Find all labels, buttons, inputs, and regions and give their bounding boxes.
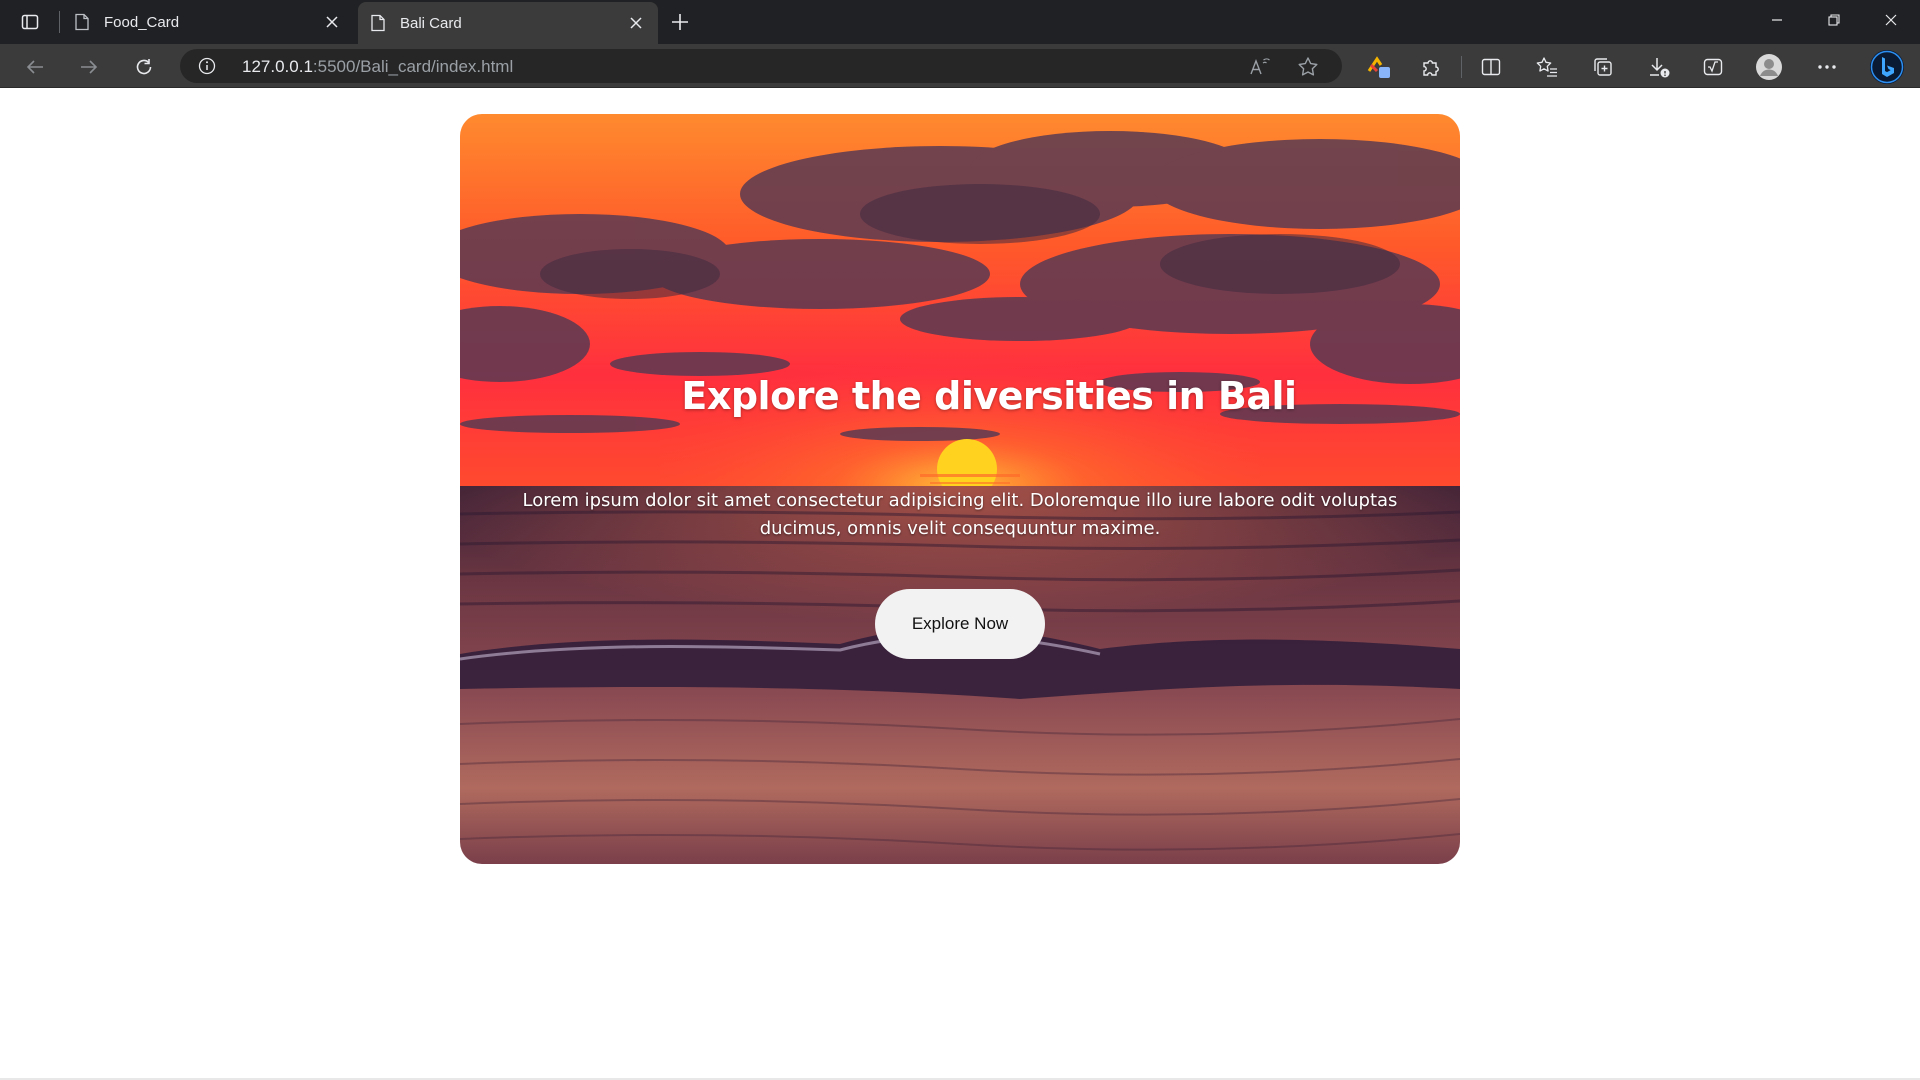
tab-close-button[interactable] [322, 12, 342, 32]
minimize-icon [1772, 19, 1782, 21]
url-host: 127.0.0.1 [242, 57, 313, 76]
downloads-button[interactable] [1644, 52, 1674, 82]
extension-color-icon [1367, 56, 1390, 78]
download-icon [1650, 58, 1670, 78]
collections-button[interactable] [1588, 52, 1618, 82]
forward-arrow-icon [81, 60, 98, 74]
url-text[interactable]: 127.0.0.1:5500/Bali_card/index.html [242, 57, 513, 77]
split-screen-button[interactable] [1476, 52, 1506, 82]
favorites-list-icon [1536, 57, 1557, 77]
favorite-button[interactable] [1296, 55, 1320, 79]
browser-titlebar: Food_Card Bali Card [0, 0, 1920, 44]
document-icon [371, 14, 385, 32]
tab-title: Bali Card [400, 14, 462, 32]
close-icon [1885, 14, 1897, 26]
page-viewport: Explore the diversities in Bali Lorem ip… [0, 89, 1920, 1080]
refresh-button[interactable] [127, 50, 161, 84]
address-bar[interactable]: 127.0.0.1:5500/Bali_card/index.html [180, 49, 1342, 83]
close-icon [326, 16, 338, 28]
explore-now-button[interactable]: Explore Now [875, 589, 1045, 659]
profile-button[interactable] [1754, 52, 1784, 82]
forward-button[interactable] [72, 50, 106, 84]
bali-card: Explore the diversities in Bali Lorem ip… [460, 114, 1460, 864]
browser-toolbar: 127.0.0.1:5500/Bali_card/index.html [0, 44, 1920, 88]
document-icon [75, 13, 89, 31]
more-button[interactable] [1812, 52, 1842, 82]
favorites-button[interactable] [1532, 52, 1562, 82]
math-solver-button[interactable] [1698, 52, 1728, 82]
minimize-button[interactable] [1748, 0, 1806, 40]
tab-food-card[interactable]: Food_Card [62, 0, 354, 44]
extensions-button[interactable] [1416, 52, 1446, 82]
back-button[interactable] [18, 50, 52, 84]
tab-separator [59, 11, 60, 33]
tab-bali-card[interactable]: Bali Card [358, 2, 658, 44]
tab-title: Food_Card [104, 13, 180, 31]
more-icon [1818, 65, 1836, 69]
math-solver-icon [1703, 58, 1723, 76]
new-tab-button[interactable] [664, 6, 696, 38]
back-arrow-icon [26, 60, 43, 74]
tab-actions-button[interactable] [14, 8, 46, 36]
card-title: Explore the diversities in Bali [681, 374, 1297, 418]
copilot-button[interactable] [1868, 48, 1906, 86]
restore-button[interactable] [1805, 0, 1863, 40]
url-path: :5500/Bali_card/index.html [312, 57, 514, 76]
extension-pinned-button[interactable] [1364, 52, 1394, 82]
bing-icon [1870, 50, 1904, 84]
plus-icon [672, 14, 688, 30]
puzzle-icon [1423, 60, 1439, 76]
star-icon [1298, 57, 1318, 76]
tab-actions-icon [21, 14, 39, 30]
read-aloud-button[interactable] [1248, 55, 1272, 79]
tab-close-button[interactable] [626, 13, 646, 33]
info-icon[interactable] [198, 57, 216, 75]
collections-icon [1594, 58, 1612, 76]
read-aloud-icon [1250, 58, 1270, 75]
card-description: Lorem ipsum dolor sit amet consectetur a… [522, 490, 1398, 539]
toolbar-separator [1461, 56, 1462, 78]
split-screen-icon [1481, 58, 1501, 76]
refresh-icon [136, 59, 152, 75]
close-icon [630, 17, 642, 29]
restore-icon [1828, 14, 1840, 26]
avatar-icon [1756, 54, 1782, 80]
close-window-button[interactable] [1862, 0, 1920, 40]
